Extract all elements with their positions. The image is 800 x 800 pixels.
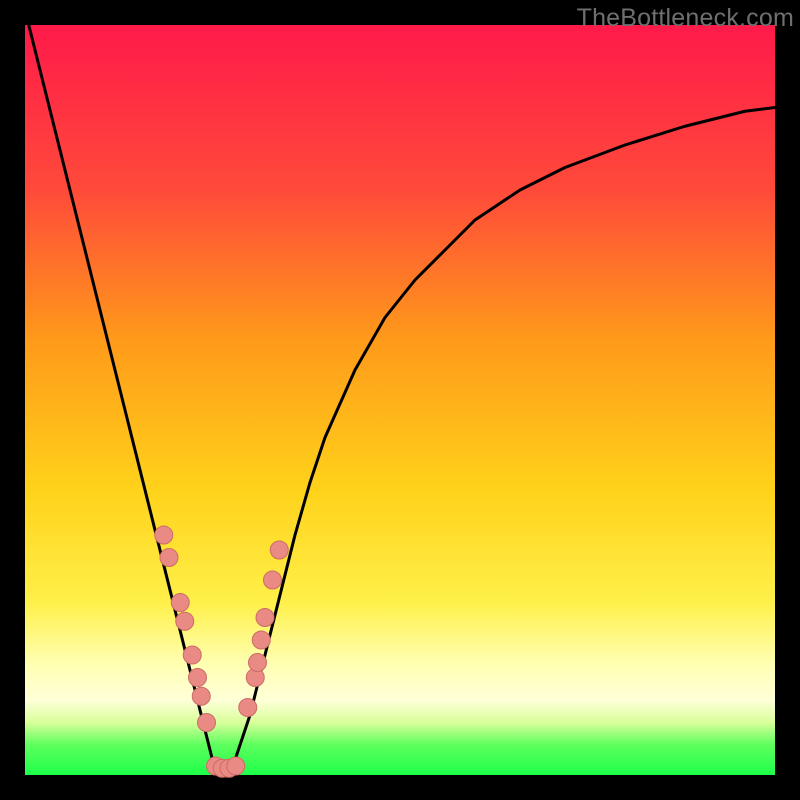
chart-overlay	[25, 25, 775, 775]
chart-frame	[25, 25, 775, 775]
bottleneck-curve	[25, 10, 775, 775]
attribution-text: TheBottleneck.com	[577, 4, 794, 33]
data-points	[155, 526, 289, 777]
